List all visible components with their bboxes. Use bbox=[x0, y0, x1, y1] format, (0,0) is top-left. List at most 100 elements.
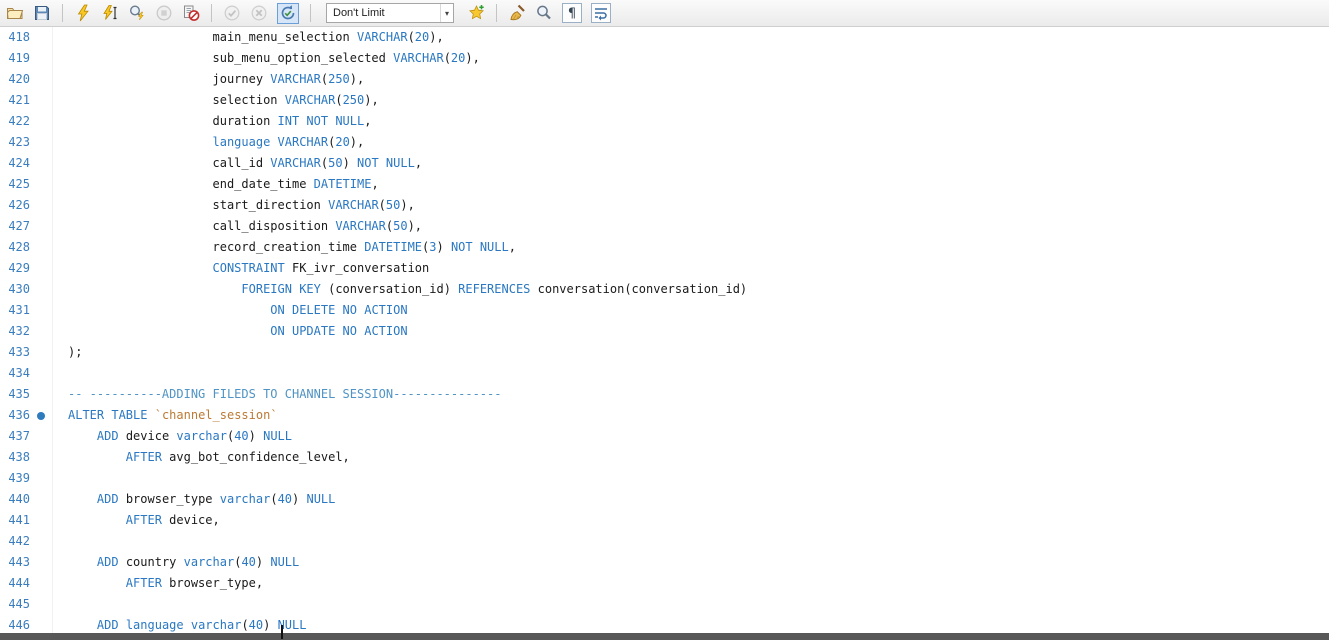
code-line[interactable]: 437 ADD device varchar(40) NULL bbox=[0, 426, 1329, 447]
code-text[interactable]: ADD language varchar(40) NULL bbox=[52, 615, 306, 633]
code-line[interactable]: 421 selection VARCHAR(250), bbox=[0, 90, 1329, 111]
stop-icon bbox=[155, 4, 173, 22]
line-number: 436 bbox=[0, 405, 30, 426]
gutter-marker-column bbox=[30, 594, 52, 615]
rollback-button[interactable] bbox=[250, 4, 268, 22]
code-line[interactable]: 420 journey VARCHAR(250), bbox=[0, 69, 1329, 90]
wrap-text-icon bbox=[592, 4, 610, 22]
code-text[interactable]: AFTER browser_type, bbox=[52, 573, 263, 594]
code-line[interactable]: 427 call_disposition VARCHAR(50), bbox=[0, 216, 1329, 237]
code-line[interactable]: 444 AFTER browser_type, bbox=[0, 573, 1329, 594]
code-text[interactable]: ADD country varchar(40) NULL bbox=[52, 552, 299, 573]
find-panel-button[interactable] bbox=[535, 4, 553, 22]
code-text[interactable]: ON UPDATE NO ACTION bbox=[52, 321, 408, 342]
stop-execution-button[interactable] bbox=[155, 4, 173, 22]
code-line[interactable]: 431 ON DELETE NO ACTION bbox=[0, 300, 1329, 321]
toggle-invisible-characters-button[interactable]: ¶ bbox=[562, 3, 582, 23]
gutter-marker-column bbox=[30, 426, 52, 447]
sql-editor-toolbar: Don't Limit▾ ¶ bbox=[0, 0, 1329, 27]
code-line[interactable]: 430 FOREIGN KEY (conversation_id) REFERE… bbox=[0, 279, 1329, 300]
code-text[interactable]: start_direction VARCHAR(50), bbox=[52, 195, 415, 216]
code-text[interactable]: ON DELETE NO ACTION bbox=[52, 300, 408, 321]
code-line[interactable]: 429 CONSTRAINT FK_ivr_conversation bbox=[0, 258, 1329, 279]
code-text[interactable]: call_id VARCHAR(50) NOT NULL, bbox=[52, 153, 422, 174]
code-text[interactable]: ); bbox=[52, 342, 82, 363]
toggle-autocommit-button[interactable] bbox=[277, 3, 299, 24]
gutter-marker-column bbox=[30, 69, 52, 90]
code-line[interactable]: 436 ALTER TABLE `channel_session` bbox=[0, 405, 1329, 426]
code-text[interactable] bbox=[52, 594, 68, 615]
mysql-workbench-sql-editor-window: Don't Limit▾ ¶ 418 main_menu_selection VA… bbox=[0, 0, 1329, 640]
code-line[interactable]: 441 AFTER device, bbox=[0, 510, 1329, 531]
code-text[interactable]: ADD device varchar(40) NULL bbox=[52, 426, 292, 447]
save-icon bbox=[33, 4, 51, 22]
execute-current-icon bbox=[101, 4, 119, 22]
code-line[interactable]: 424 call_id VARCHAR(50) NOT NULL, bbox=[0, 153, 1329, 174]
line-number: 434 bbox=[0, 363, 30, 384]
code-text[interactable]: -- ----------ADDING FILEDS TO CHANNEL SE… bbox=[52, 384, 501, 405]
code-line[interactable]: 433); bbox=[0, 342, 1329, 363]
code-text[interactable]: CONSTRAINT FK_ivr_conversation bbox=[52, 258, 429, 279]
code-text[interactable]: end_date_time DATETIME, bbox=[52, 174, 379, 195]
code-line[interactable]: 435 -- ----------ADDING FILEDS TO CHANNEL… bbox=[0, 384, 1329, 405]
toggle-word-wrap-button[interactable] bbox=[591, 3, 611, 23]
search-icon bbox=[535, 4, 553, 22]
code-text[interactable]: main_menu_selection VARCHAR(20), bbox=[52, 27, 444, 48]
limit-rows-dropdown[interactable]: Don't Limit▾ bbox=[326, 3, 454, 23]
code-line[interactable]: 423 language VARCHAR(20), bbox=[0, 132, 1329, 153]
line-number: 441 bbox=[0, 510, 30, 531]
code-text[interactable] bbox=[52, 531, 68, 552]
code-line[interactable]: 425 end_date_time DATETIME, bbox=[0, 174, 1329, 195]
commit-button[interactable] bbox=[223, 4, 241, 22]
code-text[interactable]: selection VARCHAR(250), bbox=[52, 90, 379, 111]
code-line[interactable]: 445 bbox=[0, 594, 1329, 615]
save-snippet-button[interactable] bbox=[467, 4, 485, 22]
code-text[interactable]: call_disposition VARCHAR(50), bbox=[52, 216, 422, 237]
code-line[interactable]: 428 record_creation_time DATETIME(3) NOT… bbox=[0, 237, 1329, 258]
code-text[interactable]: FOREIGN KEY (conversation_id) REFERENCES… bbox=[52, 279, 747, 300]
beautify-script-button[interactable] bbox=[508, 4, 526, 22]
sql-code-editor[interactable]: 418 main_menu_selection VARCHAR(20),419 … bbox=[0, 27, 1329, 633]
code-text[interactable]: AFTER device, bbox=[52, 510, 220, 531]
line-number: 435 bbox=[0, 384, 30, 405]
code-text[interactable]: sub_menu_option_selected VARCHAR(20), bbox=[52, 48, 480, 69]
code-text[interactable]: ADD browser_type varchar(40) NULL bbox=[52, 489, 335, 510]
save-script-button[interactable] bbox=[33, 4, 51, 22]
code-line[interactable]: 422 duration INT NOT NULL, bbox=[0, 111, 1329, 132]
code-line[interactable]: 443 ADD country varchar(40) NULL bbox=[0, 552, 1329, 573]
code-text[interactable] bbox=[52, 363, 68, 384]
explain-statement-button[interactable] bbox=[128, 4, 146, 22]
execute-current-statement-button[interactable] bbox=[101, 4, 119, 22]
execute-script-button[interactable] bbox=[74, 4, 92, 22]
line-number: 437 bbox=[0, 426, 30, 447]
gutter-marker-column bbox=[30, 384, 52, 405]
code-line[interactable]: 418 main_menu_selection VARCHAR(20), bbox=[0, 27, 1329, 48]
gutter-marker-column bbox=[30, 321, 52, 342]
code-line[interactable]: 434 bbox=[0, 363, 1329, 384]
code-text[interactable]: AFTER avg_bot_confidence_level, bbox=[52, 447, 350, 468]
code-line[interactable]: 446 ADD language varchar(40) NULL bbox=[0, 615, 1329, 633]
code-line[interactable]: 442 bbox=[0, 531, 1329, 552]
rollback-icon bbox=[250, 4, 268, 22]
code-line[interactable]: 426 start_direction VARCHAR(50), bbox=[0, 195, 1329, 216]
code-text[interactable]: journey VARCHAR(250), bbox=[52, 69, 364, 90]
open-script-button[interactable] bbox=[6, 4, 24, 22]
code-text[interactable]: duration INT NOT NULL, bbox=[52, 111, 371, 132]
text-caret bbox=[281, 625, 283, 639]
code-line[interactable]: 438 AFTER avg_bot_confidence_level, bbox=[0, 447, 1329, 468]
chevron-down-icon[interactable]: ▾ bbox=[440, 4, 453, 22]
code-line[interactable]: 419 sub_menu_option_selected VARCHAR(20)… bbox=[0, 48, 1329, 69]
horizontal-scrollbar[interactable] bbox=[0, 633, 1329, 640]
code-line[interactable]: 432 ON UPDATE NO ACTION bbox=[0, 321, 1329, 342]
code-line[interactable]: 439 bbox=[0, 468, 1329, 489]
code-text[interactable] bbox=[52, 468, 68, 489]
gutter-marker-column bbox=[30, 468, 52, 489]
code-text[interactable]: record_creation_time DATETIME(3) NOT NUL… bbox=[52, 237, 516, 258]
code-text[interactable]: language VARCHAR(20), bbox=[52, 132, 364, 153]
code-line[interactable]: 440 ADD browser_type varchar(40) NULL bbox=[0, 489, 1329, 510]
gutter-marker-column bbox=[30, 237, 52, 258]
code-text[interactable]: ALTER TABLE `channel_session` bbox=[52, 405, 278, 426]
toggle-stop-on-error-button[interactable] bbox=[182, 4, 200, 22]
line-number: 444 bbox=[0, 573, 30, 594]
line-number: 419 bbox=[0, 48, 30, 69]
